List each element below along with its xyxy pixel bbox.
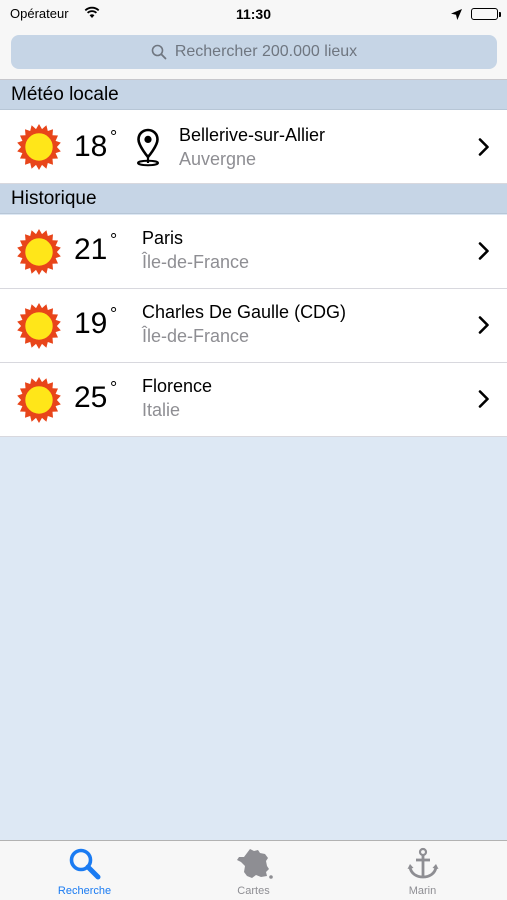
tab-label: Recherche xyxy=(57,885,112,897)
place-name: Paris xyxy=(142,228,184,248)
tab-marin[interactable]: Marin xyxy=(338,841,507,900)
chevron-right-icon xyxy=(478,138,490,161)
tab-label: Marin xyxy=(408,885,437,897)
local-weather-row[interactable]: 18 ° Bellerive-sur-Allier Auvergne xyxy=(0,110,507,184)
search-icon xyxy=(151,44,167,60)
france-map-icon xyxy=(169,847,338,881)
degree-symbol: ° xyxy=(110,304,118,324)
place-region: Italie xyxy=(142,400,181,420)
magnifier-icon xyxy=(0,847,169,881)
temperature: 25 xyxy=(74,381,108,414)
section-header-local: Météo locale xyxy=(0,80,507,110)
history-row[interactable]: 21 ° Paris Île-de-France xyxy=(0,215,507,289)
place-name: Bellerive-sur-Allier xyxy=(179,125,326,145)
temperature: 21 xyxy=(74,233,108,266)
search-input[interactable]: Rechercher 200.000 lieux xyxy=(11,35,497,69)
sun-icon xyxy=(16,124,62,175)
tab-recherche[interactable]: Recherche xyxy=(0,841,169,900)
search-area: Rechercher 200.000 lieux xyxy=(0,28,507,80)
tab-label: Cartes xyxy=(237,885,270,897)
degree-symbol: ° xyxy=(110,127,118,147)
status-bar: Opérateur 11:30 xyxy=(0,0,507,28)
search-placeholder: Rechercher 200.000 lieux xyxy=(174,43,358,60)
tab-cartes[interactable]: Cartes xyxy=(169,841,338,900)
place-region: Île-de-France xyxy=(142,252,250,272)
anchor-icon xyxy=(338,847,507,881)
history-row[interactable]: 25 ° Florence Italie xyxy=(0,363,507,437)
chevron-right-icon xyxy=(478,242,490,265)
tab-bar: Recherche Cartes Marin xyxy=(0,840,507,900)
degree-symbol: ° xyxy=(110,378,118,398)
history-row[interactable]: 19 ° Charles De Gaulle (CDG) Île-de-France xyxy=(0,289,507,363)
status-time: 11:30 xyxy=(235,6,272,22)
sun-icon xyxy=(16,229,62,280)
place-region: Auvergne xyxy=(179,149,257,169)
location-pin-icon xyxy=(135,127,161,172)
temperature: 18 xyxy=(74,130,108,163)
sun-icon xyxy=(16,377,62,428)
chevron-right-icon xyxy=(478,316,490,339)
battery-icon xyxy=(471,8,501,20)
location-arrow-icon xyxy=(451,7,462,25)
sun-icon xyxy=(16,303,62,354)
chevron-right-icon xyxy=(478,390,490,413)
degree-symbol: ° xyxy=(110,230,118,250)
place-name: Charles De Gaulle (CDG) xyxy=(142,302,347,322)
place-name: Florence xyxy=(142,376,213,396)
section-header-history: Historique xyxy=(0,184,507,214)
temperature: 19 xyxy=(74,307,108,340)
place-region: Île-de-France xyxy=(142,326,250,346)
